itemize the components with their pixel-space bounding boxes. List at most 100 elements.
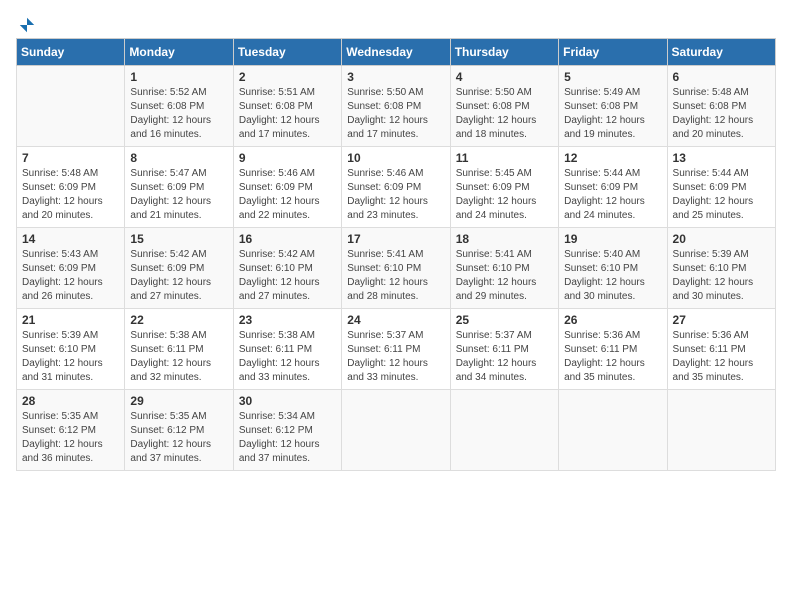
sunset-time: Sunset: 6:10 PM: [239, 263, 313, 274]
day-number: 28: [22, 394, 119, 408]
header-day-tuesday: Tuesday: [233, 39, 341, 66]
calendar-cell: 15 Sunrise: 5:42 AM Sunset: 6:09 PM Dayl…: [125, 228, 233, 309]
sunrise-time: Sunrise: 5:43 AM: [22, 249, 98, 260]
calendar-cell: 26 Sunrise: 5:36 AM Sunset: 6:11 PM Dayl…: [559, 309, 667, 390]
daylight-hours: Daylight: 12 hours and 17 minutes.: [239, 115, 320, 140]
day-info: Sunrise: 5:36 AM Sunset: 6:11 PM Dayligh…: [564, 329, 661, 385]
sunset-time: Sunset: 6:09 PM: [130, 182, 204, 193]
sunrise-time: Sunrise: 5:36 AM: [564, 330, 640, 341]
day-number: 4: [456, 70, 553, 84]
sunrise-time: Sunrise: 5:35 AM: [22, 411, 98, 422]
daylight-hours: Daylight: 12 hours and 37 minutes.: [130, 439, 211, 464]
calendar-cell: [667, 390, 775, 471]
sunrise-time: Sunrise: 5:52 AM: [130, 87, 206, 98]
header-day-thursday: Thursday: [450, 39, 558, 66]
sunrise-time: Sunrise: 5:41 AM: [347, 249, 423, 260]
daylight-hours: Daylight: 12 hours and 28 minutes.: [347, 277, 428, 302]
calendar-cell: [559, 390, 667, 471]
sunset-time: Sunset: 6:09 PM: [130, 263, 204, 274]
calendar-cell: 16 Sunrise: 5:42 AM Sunset: 6:10 PM Dayl…: [233, 228, 341, 309]
sunset-time: Sunset: 6:09 PM: [22, 182, 96, 193]
calendar-cell: 27 Sunrise: 5:36 AM Sunset: 6:11 PM Dayl…: [667, 309, 775, 390]
sunrise-time: Sunrise: 5:39 AM: [673, 249, 749, 260]
day-info: Sunrise: 5:52 AM Sunset: 6:08 PM Dayligh…: [130, 86, 227, 142]
sunset-time: Sunset: 6:09 PM: [564, 182, 638, 193]
calendar-cell: 29 Sunrise: 5:35 AM Sunset: 6:12 PM Dayl…: [125, 390, 233, 471]
sunset-time: Sunset: 6:08 PM: [564, 101, 638, 112]
day-info: Sunrise: 5:39 AM Sunset: 6:10 PM Dayligh…: [673, 248, 770, 304]
calendar-cell: 6 Sunrise: 5:48 AM Sunset: 6:08 PM Dayli…: [667, 66, 775, 147]
day-info: Sunrise: 5:38 AM Sunset: 6:11 PM Dayligh…: [239, 329, 336, 385]
calendar-body: 1 Sunrise: 5:52 AM Sunset: 6:08 PM Dayli…: [17, 66, 776, 471]
day-number: 30: [239, 394, 336, 408]
day-number: 26: [564, 313, 661, 327]
sunset-time: Sunset: 6:10 PM: [456, 263, 530, 274]
sunset-time: Sunset: 6:10 PM: [673, 263, 747, 274]
day-number: 10: [347, 151, 444, 165]
daylight-hours: Daylight: 12 hours and 34 minutes.: [456, 358, 537, 383]
sunrise-time: Sunrise: 5:42 AM: [130, 249, 206, 260]
day-number: 21: [22, 313, 119, 327]
calendar-cell: [450, 390, 558, 471]
day-number: 20: [673, 232, 770, 246]
week-row-4: 28 Sunrise: 5:35 AM Sunset: 6:12 PM Dayl…: [17, 390, 776, 471]
day-info: Sunrise: 5:46 AM Sunset: 6:09 PM Dayligh…: [239, 167, 336, 223]
sunset-time: Sunset: 6:11 PM: [564, 344, 637, 355]
day-info: Sunrise: 5:41 AM Sunset: 6:10 PM Dayligh…: [347, 248, 444, 304]
sunset-time: Sunset: 6:12 PM: [22, 425, 96, 436]
header-day-sunday: Sunday: [17, 39, 125, 66]
day-number: 22: [130, 313, 227, 327]
sunset-time: Sunset: 6:09 PM: [673, 182, 747, 193]
calendar-cell: 12 Sunrise: 5:44 AM Sunset: 6:09 PM Dayl…: [559, 147, 667, 228]
sunset-time: Sunset: 6:10 PM: [564, 263, 638, 274]
sunrise-time: Sunrise: 5:35 AM: [130, 411, 206, 422]
daylight-hours: Daylight: 12 hours and 24 minutes.: [564, 196, 645, 221]
calendar-cell: 25 Sunrise: 5:37 AM Sunset: 6:11 PM Dayl…: [450, 309, 558, 390]
daylight-hours: Daylight: 12 hours and 26 minutes.: [22, 277, 103, 302]
sunrise-time: Sunrise: 5:37 AM: [347, 330, 423, 341]
header-day-wednesday: Wednesday: [342, 39, 450, 66]
day-info: Sunrise: 5:49 AM Sunset: 6:08 PM Dayligh…: [564, 86, 661, 142]
day-number: 6: [673, 70, 770, 84]
day-info: Sunrise: 5:35 AM Sunset: 6:12 PM Dayligh…: [22, 410, 119, 466]
day-info: Sunrise: 5:47 AM Sunset: 6:09 PM Dayligh…: [130, 167, 227, 223]
day-info: Sunrise: 5:35 AM Sunset: 6:12 PM Dayligh…: [130, 410, 227, 466]
day-info: Sunrise: 5:41 AM Sunset: 6:10 PM Dayligh…: [456, 248, 553, 304]
sunrise-time: Sunrise: 5:42 AM: [239, 249, 315, 260]
day-info: Sunrise: 5:37 AM Sunset: 6:11 PM Dayligh…: [456, 329, 553, 385]
sunrise-time: Sunrise: 5:46 AM: [347, 168, 423, 179]
daylight-hours: Daylight: 12 hours and 30 minutes.: [564, 277, 645, 302]
calendar-cell: 22 Sunrise: 5:38 AM Sunset: 6:11 PM Dayl…: [125, 309, 233, 390]
daylight-hours: Daylight: 12 hours and 21 minutes.: [130, 196, 211, 221]
daylight-hours: Daylight: 12 hours and 17 minutes.: [347, 115, 428, 140]
sunrise-time: Sunrise: 5:38 AM: [239, 330, 315, 341]
week-row-0: 1 Sunrise: 5:52 AM Sunset: 6:08 PM Dayli…: [17, 66, 776, 147]
calendar-cell: 8 Sunrise: 5:47 AM Sunset: 6:09 PM Dayli…: [125, 147, 233, 228]
calendar-cell: 24 Sunrise: 5:37 AM Sunset: 6:11 PM Dayl…: [342, 309, 450, 390]
day-info: Sunrise: 5:36 AM Sunset: 6:11 PM Dayligh…: [673, 329, 770, 385]
daylight-hours: Daylight: 12 hours and 33 minutes.: [239, 358, 320, 383]
day-number: 27: [673, 313, 770, 327]
daylight-hours: Daylight: 12 hours and 27 minutes.: [130, 277, 211, 302]
day-number: 25: [456, 313, 553, 327]
sunset-time: Sunset: 6:11 PM: [130, 344, 203, 355]
day-number: 29: [130, 394, 227, 408]
header-row: SundayMondayTuesdayWednesdayThursdayFrid…: [17, 39, 776, 66]
daylight-hours: Daylight: 12 hours and 37 minutes.: [239, 439, 320, 464]
logo-icon: [18, 16, 36, 34]
day-info: Sunrise: 5:43 AM Sunset: 6:09 PM Dayligh…: [22, 248, 119, 304]
day-number: 19: [564, 232, 661, 246]
day-number: 8: [130, 151, 227, 165]
daylight-hours: Daylight: 12 hours and 24 minutes.: [456, 196, 537, 221]
sunrise-time: Sunrise: 5:46 AM: [239, 168, 315, 179]
day-info: Sunrise: 5:42 AM Sunset: 6:09 PM Dayligh…: [130, 248, 227, 304]
calendar-cell: 11 Sunrise: 5:45 AM Sunset: 6:09 PM Dayl…: [450, 147, 558, 228]
calendar-cell: 19 Sunrise: 5:40 AM Sunset: 6:10 PM Dayl…: [559, 228, 667, 309]
daylight-hours: Daylight: 12 hours and 25 minutes.: [673, 196, 754, 221]
sunset-time: Sunset: 6:09 PM: [22, 263, 96, 274]
sunset-time: Sunset: 6:09 PM: [347, 182, 421, 193]
daylight-hours: Daylight: 12 hours and 22 minutes.: [239, 196, 320, 221]
daylight-hours: Daylight: 12 hours and 19 minutes.: [564, 115, 645, 140]
day-info: Sunrise: 5:39 AM Sunset: 6:10 PM Dayligh…: [22, 329, 119, 385]
sunrise-time: Sunrise: 5:48 AM: [22, 168, 98, 179]
